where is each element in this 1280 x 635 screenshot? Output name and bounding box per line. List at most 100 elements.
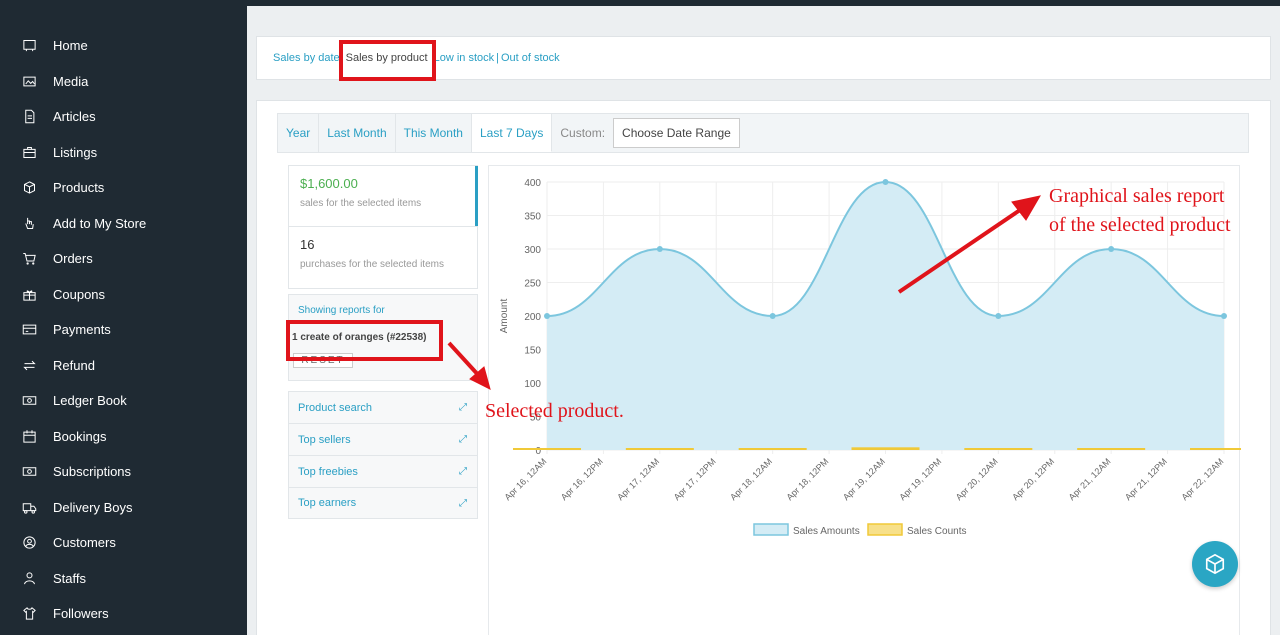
hand-pointer-icon <box>20 214 38 232</box>
fab-cube-button[interactable] <box>1192 541 1238 587</box>
tab-year[interactable]: Year <box>278 114 320 152</box>
widget-product-search[interactable]: Product search ⤢ <box>288 391 478 423</box>
link-sales-by-date[interactable]: Sales by date <box>273 52 340 64</box>
x-tick-label: Apr 20, 12PM <box>1010 456 1056 502</box>
showing-header: Showing reports for <box>298 305 385 316</box>
y-tick-label: 300 <box>524 245 541 256</box>
cube-icon <box>1205 553 1225 575</box>
annotation-box-selected-product <box>286 320 443 361</box>
cart-icon <box>20 250 38 268</box>
sales-amounts-point <box>1221 313 1227 319</box>
expand-icon[interactable]: ⤢ <box>459 466 467 477</box>
expand-icon[interactable]: ⤢ <box>459 402 467 413</box>
sidebar-item-label: Staffs <box>53 570 87 586</box>
sidebar-item-media[interactable]: Media <box>0 64 247 100</box>
sales-amounts-point <box>995 313 1002 319</box>
legend-label-sales-amounts: Sales Amounts <box>793 526 860 537</box>
widget-label: Top earners <box>298 497 357 509</box>
sidebar-item-ledger-book[interactable]: Ledger Book <box>0 383 247 419</box>
expand-icon[interactable]: ⤢ <box>459 498 467 509</box>
y-tick-label: 200 <box>524 312 541 323</box>
sidebar-item-label: Payments <box>53 322 111 338</box>
annotation-product: Selected product. <box>485 400 624 422</box>
sidebar-item-label: Delivery Boys <box>53 499 133 515</box>
tab-last-month[interactable]: Last Month <box>319 114 396 152</box>
x-tick-label: Apr 22, 12AM <box>1179 456 1225 502</box>
document-icon <box>20 108 38 126</box>
annotation-box-sales-by-product <box>339 40 436 81</box>
widget-label: Product search <box>298 401 372 414</box>
annotation-chart-text-1: Graphical sales report <box>1049 185 1225 207</box>
sales-counts-bar <box>1077 448 1146 450</box>
y-tick-label: 350 <box>524 212 541 223</box>
sales-amounts-point <box>882 179 889 185</box>
sidebar-item-label: Ledger Book <box>53 393 127 409</box>
sidebar-item-label: Home <box>53 38 88 54</box>
x-tick-label: Apr 18, 12AM <box>728 456 774 502</box>
sidebar-item-coupons[interactable]: Coupons <box>0 277 247 313</box>
sales-counts-bar <box>738 448 807 450</box>
sidebar-item-label: Add to My Store <box>53 215 147 231</box>
stat-sales[interactable]: $1,600.00 sales for the selected items <box>289 166 478 227</box>
sales-value: $1,600.00 <box>300 176 358 191</box>
y-tick-label: 400 <box>524 178 541 189</box>
x-tick-label: Apr 18, 12PM <box>785 456 831 502</box>
sidebar-item-followers[interactable]: Followers <box>0 596 247 632</box>
report-widgets: Product search ⤢ Top sellers ⤢ Top freebies ⤢… <box>288 391 478 519</box>
sidebar-item-label: Refund <box>53 357 95 373</box>
expand-icon[interactable]: ⤢ <box>459 434 467 445</box>
legend-label-sales-counts: Sales Counts <box>907 526 966 537</box>
sales-counts-bar <box>1190 448 1241 450</box>
y-tick-label: 0 <box>535 446 541 457</box>
sidebar-item-bookings[interactable]: Bookings <box>0 419 247 455</box>
y-tick-label: 100 <box>524 379 541 390</box>
x-tick-label: Apr 21, 12AM <box>1067 456 1113 502</box>
briefcase-icon <box>20 143 38 161</box>
widget-top-freebies[interactable]: Top freebies ⤢ <box>288 455 478 487</box>
sidebar-item-home[interactable]: Home <box>0 28 247 64</box>
x-tick-label: Apr 19, 12PM <box>897 456 943 502</box>
link-low-in-stock[interactable]: Low in stock <box>434 52 495 64</box>
x-tick-label: Apr 17, 12AM <box>615 456 661 502</box>
stat-purchases[interactable]: 16 purchases for the selected items <box>289 227 477 288</box>
date-range-button[interactable]: Choose Date Range <box>613 118 740 148</box>
sidebar-item-staffs[interactable]: Staffs <box>0 561 247 597</box>
legend-swatch-sales-counts <box>867 523 903 536</box>
sidebar-item-listings[interactable]: Listings <box>0 135 247 171</box>
sidebar-item-delivery-boys[interactable]: Delivery Boys <box>0 490 247 526</box>
sidebar-item-orders[interactable]: Orders <box>0 241 247 277</box>
tab-last-7-days[interactable]: Last 7 Days <box>471 114 553 152</box>
sales-counts-bar <box>851 447 920 450</box>
sidebar-item-products[interactable]: Products <box>0 170 247 206</box>
sidebar-item-articles[interactable]: Articles <box>0 99 247 135</box>
sales-counts-bar <box>964 448 1033 450</box>
x-tick-label: Apr 16, 12PM <box>559 456 605 502</box>
y-axis-label: Amount <box>499 299 510 334</box>
sidebar-item-label: Customers <box>53 535 116 551</box>
sales-amounts-point <box>769 313 776 319</box>
sidebar-item-refund[interactable]: Refund <box>0 348 247 384</box>
user-icon <box>20 569 38 587</box>
sidebar-item-add-to-my-store[interactable]: Add to My Store <box>0 206 247 242</box>
link-out-of-stock[interactable]: Out of stock <box>501 52 560 64</box>
widget-top-earners[interactable]: Top earners ⤢ <box>288 487 478 519</box>
x-tick-label: Apr 16, 12AM <box>502 456 548 502</box>
tab-this-month[interactable]: This Month <box>396 114 472 152</box>
widget-top-sellers[interactable]: Top sellers ⤢ <box>288 423 478 455</box>
report-panel: Year Last Month This Month Last 7 Days C… <box>256 100 1271 635</box>
sidebar-item-payments[interactable]: Payments <box>0 312 247 348</box>
widget-label: Top sellers <box>298 433 351 446</box>
sidebar-item-label: Subscriptions <box>53 464 132 480</box>
sales-counts-bar <box>513 448 581 450</box>
sidebar-item-subscriptions[interactable]: Subscriptions <box>0 454 247 490</box>
sidebar-item-customers[interactable]: Customers <box>0 525 247 561</box>
purchases-value: 16 <box>300 237 315 252</box>
sidebar-item-label: Articles <box>53 109 96 125</box>
sales-desc: sales for the selected items <box>300 198 422 209</box>
annotation-chart-line-2: of the selected product <box>1049 212 1231 238</box>
sidebar-item-label: Coupons <box>53 286 106 302</box>
sales-amounts-point <box>544 313 550 319</box>
sidebar-item-label: Media <box>53 73 89 89</box>
image-icon <box>20 72 38 90</box>
x-tick-label: Apr 20, 12AM <box>954 456 1000 502</box>
